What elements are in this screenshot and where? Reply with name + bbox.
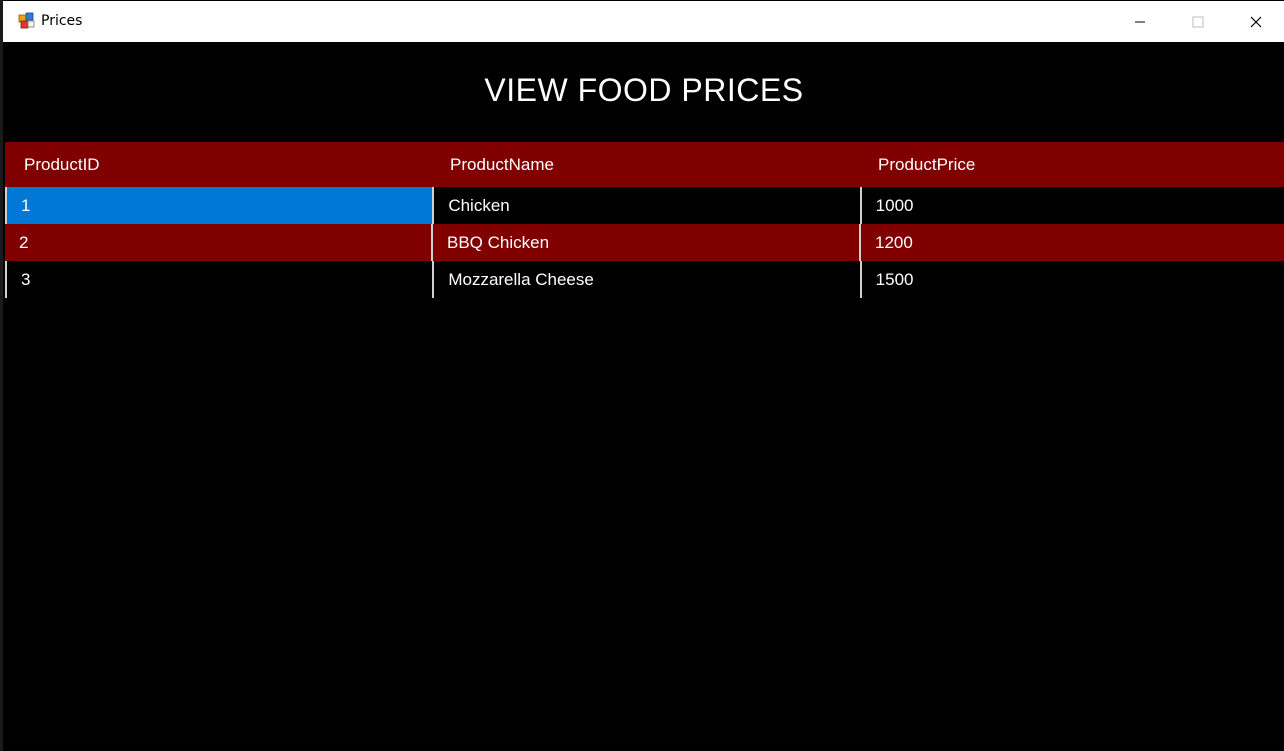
cell-productprice[interactable]: 1500	[859, 261, 1284, 298]
close-button[interactable]	[1227, 1, 1284, 42]
table-row[interactable]: 2 BBQ Chicken 1200	[5, 224, 1284, 261]
cell-productname[interactable]: Mozzarella Cheese	[432, 261, 859, 298]
grid-header: ProductID ProductName ProductPrice	[5, 142, 1284, 187]
cell-productid[interactable]: 2	[5, 224, 431, 261]
cell-productprice[interactable]: 1200	[859, 224, 1284, 261]
cell-productname[interactable]: Chicken	[432, 187, 859, 224]
close-icon	[1250, 16, 1262, 27]
cell-productname[interactable]: BBQ Chicken	[431, 224, 859, 261]
cell-productid[interactable]: 1	[7, 187, 433, 224]
page-heading: VIEW FOOD PRICES	[484, 72, 804, 108]
column-header-productid[interactable]: ProductID	[5, 142, 431, 187]
table-row[interactable]: 3 Mozzarella Cheese 1500	[5, 261, 1284, 298]
maximize-icon	[1192, 16, 1204, 27]
minimize-icon	[1135, 21, 1145, 22]
prices-window: Prices VIEW FOOD PRICES ProductID Produc…	[0, 0, 1284, 751]
title-bar[interactable]: Prices	[3, 1, 1284, 42]
window-title: Prices	[41, 13, 83, 29]
cell-productid[interactable]: 3	[7, 261, 432, 298]
column-header-productname[interactable]: ProductName	[431, 142, 859, 187]
minimize-button[interactable]	[1111, 1, 1169, 42]
column-header-productprice[interactable]: ProductPrice	[859, 142, 1284, 187]
window-border	[0, 0, 3, 751]
table-row[interactable]: 1 Chicken 1000	[5, 187, 1284, 224]
prices-grid[interactable]: ProductID ProductName ProductPrice 1 Chi…	[5, 142, 1284, 298]
app-icon[interactable]	[18, 12, 35, 29]
cell-productprice[interactable]: 1000	[859, 187, 1284, 224]
maximize-button[interactable]	[1169, 1, 1227, 42]
